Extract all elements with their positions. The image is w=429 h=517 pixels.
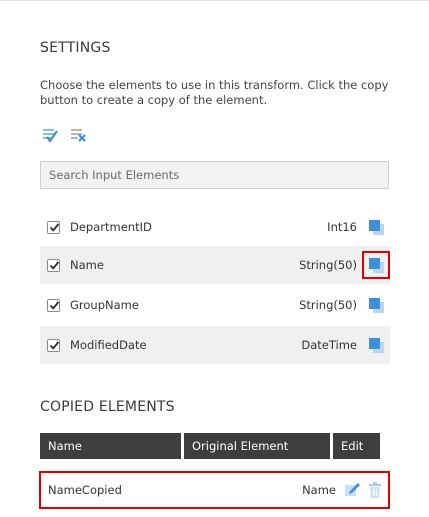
element-checkbox[interactable] [47, 258, 60, 272]
element-row-groupname: GroupName String(50) [40, 286, 390, 324]
settings-panel: SETTINGS Choose the elements to use in t… [0, 0, 429, 517]
bulk-actions [40, 125, 88, 145]
checkmark-icon [49, 300, 60, 310]
select-all-icon[interactable] [40, 125, 60, 145]
search-input[interactable] [40, 161, 389, 189]
copied-table-header: Name Original Element Edit [40, 433, 390, 459]
header-edit: Edit [333, 433, 380, 459]
element-row-name: Name String(50) [40, 246, 390, 284]
copy-icon [369, 338, 384, 353]
clear-all-icon[interactable] [68, 125, 88, 145]
element-name: DepartmentID [70, 220, 152, 234]
copy-button[interactable] [365, 294, 387, 316]
copied-original: Name [302, 483, 336, 497]
checkmark-icon [49, 260, 60, 270]
element-type: String(50) [299, 298, 357, 312]
copy-button-highlighted[interactable] [362, 251, 390, 279]
copy-button[interactable] [365, 334, 387, 356]
element-row-modifieddate: ModifiedDate DateTime [40, 326, 390, 364]
element-row-departmentid: DepartmentID Int16 [40, 208, 390, 246]
element-checkbox[interactable] [47, 220, 60, 234]
element-checkbox[interactable] [47, 298, 60, 312]
element-name: ModifiedDate [70, 338, 147, 352]
settings-description: Choose the elements to use in this trans… [40, 78, 389, 107]
copied-row-namecopied: NameCopied Name [39, 471, 390, 509]
copy-icon [369, 220, 384, 235]
copy-icon [369, 258, 384, 273]
checkmark-icon [49, 340, 60, 350]
element-name: GroupName [70, 298, 139, 312]
element-type: Int16 [327, 220, 357, 234]
delete-icon[interactable] [365, 480, 385, 500]
element-name: Name [70, 258, 104, 272]
checkmark-icon [49, 222, 60, 232]
element-checkbox[interactable] [47, 338, 60, 352]
header-original-element: Original Element [184, 433, 330, 459]
copy-button[interactable] [365, 216, 387, 238]
edit-icon[interactable] [342, 480, 362, 500]
element-type: String(50) [299, 258, 357, 272]
header-name: Name [40, 433, 181, 459]
copy-icon [369, 298, 384, 313]
settings-title: SETTINGS [40, 40, 111, 56]
copied-name: NameCopied [48, 483, 122, 497]
element-type: DateTime [301, 338, 357, 352]
copied-elements-title: COPIED ELEMENTS [40, 399, 175, 415]
